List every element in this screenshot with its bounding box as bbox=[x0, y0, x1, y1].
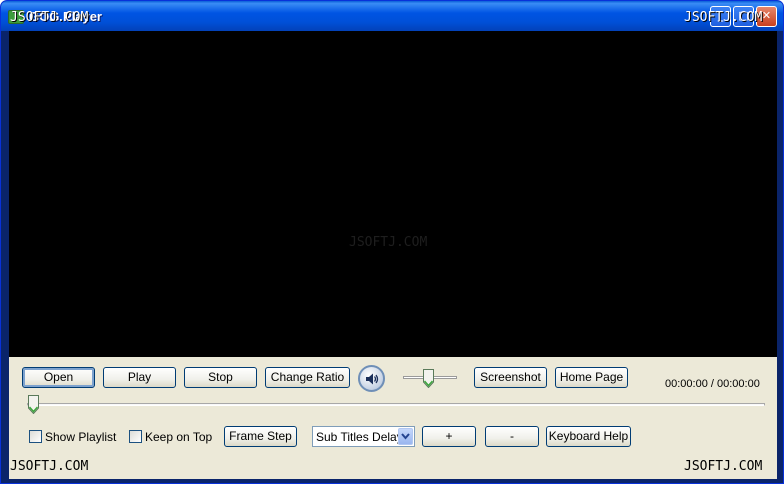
player-window: GOG Player _ □ ✕ JSOFTJ.COM Open Play St… bbox=[0, 0, 784, 484]
video-watermark: JSOFTJ.COM bbox=[349, 235, 428, 250]
watermark-top-left: JSOFTJ.COM bbox=[10, 10, 89, 25]
watermark-top-right: JSOFTJ.COM bbox=[684, 10, 763, 25]
change-ratio-button[interactable]: Change Ratio bbox=[265, 367, 350, 388]
subtitle-delay-minus-button[interactable]: - bbox=[485, 426, 539, 447]
speaker-icon bbox=[366, 373, 379, 385]
keyboard-help-button[interactable]: Keyboard Help bbox=[546, 426, 631, 447]
title-bar[interactable]: GOG Player _ □ ✕ bbox=[1, 1, 783, 31]
home-page-button[interactable]: Home Page bbox=[555, 367, 628, 388]
seek-bar-thumb[interactable] bbox=[28, 395, 39, 414]
show-playlist-label: Show Playlist bbox=[45, 430, 117, 444]
frame-step-button[interactable]: Frame Step bbox=[224, 426, 297, 447]
control-panel: Open Play Stop Change Ratio Screenshot H… bbox=[9, 357, 777, 479]
video-area[interactable]: JSOFTJ.COM bbox=[9, 31, 777, 357]
subtitle-delay-plus-button[interactable]: + bbox=[422, 426, 476, 447]
screenshot-button[interactable]: Screenshot bbox=[474, 367, 547, 388]
stop-button[interactable]: Stop bbox=[184, 367, 257, 388]
volume-slider-thumb[interactable] bbox=[422, 369, 434, 388]
seek-bar-track[interactable] bbox=[27, 403, 765, 406]
mute-button[interactable] bbox=[358, 365, 385, 392]
watermark-bottom-right: JSOFTJ.COM bbox=[684, 459, 763, 474]
time-display: 00:00:00 / 00:00:00 bbox=[665, 378, 760, 390]
watermark-bottom-left: JSOFTJ.COM bbox=[10, 459, 89, 474]
subtitle-delay-select[interactable]: Sub Titles Delay bbox=[312, 426, 415, 447]
play-button[interactable]: Play bbox=[103, 367, 176, 388]
subtitle-delay-value: Sub Titles Delay bbox=[316, 430, 403, 444]
show-playlist-box[interactable] bbox=[29, 430, 42, 443]
keep-on-top-box[interactable] bbox=[129, 430, 142, 443]
dropdown-arrow-icon[interactable] bbox=[398, 428, 413, 445]
open-button[interactable]: Open bbox=[22, 367, 95, 388]
keep-on-top-label: Keep on Top bbox=[145, 430, 213, 444]
